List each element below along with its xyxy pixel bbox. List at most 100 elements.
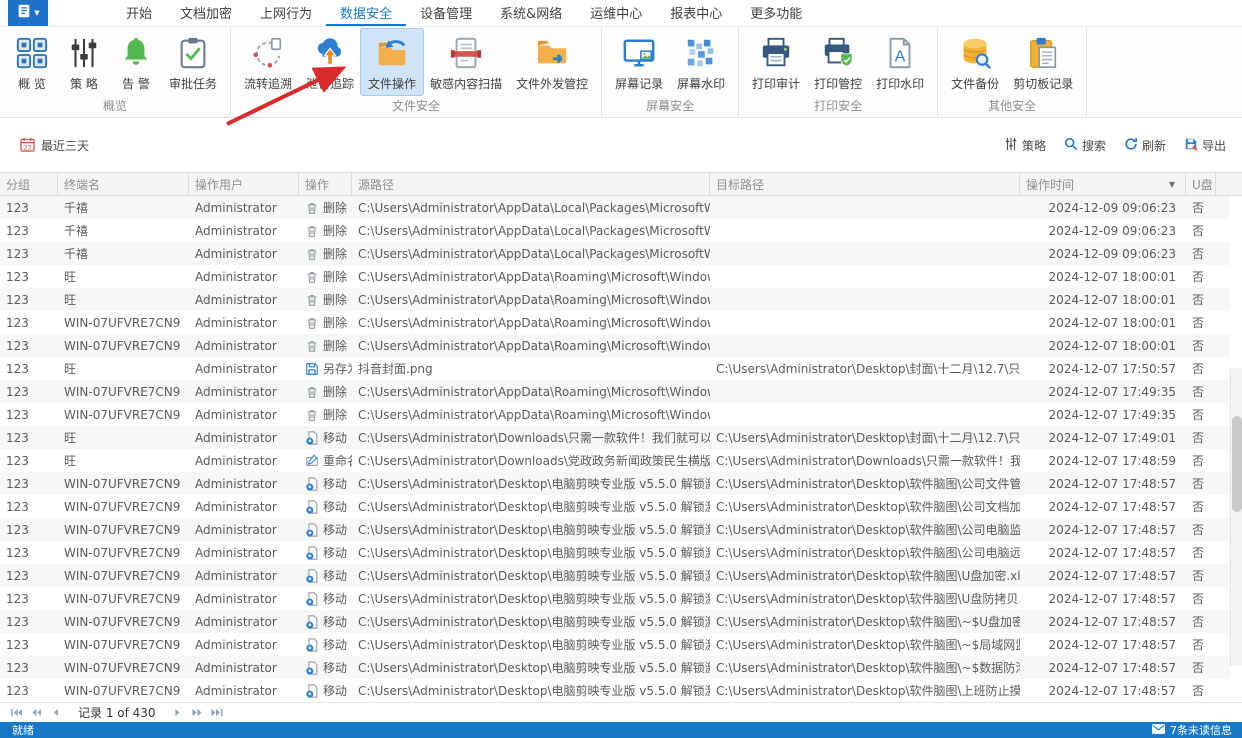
tab-start[interactable]: 开始: [112, 0, 166, 26]
table-row[interactable]: 123旺Administrator删除C:\Users\Administrato…: [0, 288, 1230, 311]
table-row[interactable]: 123WIN-07UFVRE7CN9Administrator移动C:\User…: [0, 541, 1230, 564]
table-row[interactable]: 123WIN-07UFVRE7CN9Administrator移动C:\User…: [0, 495, 1230, 518]
move-icon: [305, 523, 319, 537]
cell-user: Administrator: [189, 224, 299, 238]
search-button[interactable]: 搜索: [1064, 137, 1106, 154]
cell-user: Administrator: [189, 293, 299, 307]
column-header-group[interactable]: 分组: [0, 173, 58, 195]
cell-group: 123: [0, 638, 58, 652]
table-row[interactable]: 123旺Administrator移动C:\Users\Administrato…: [0, 426, 1230, 449]
print-audit-button[interactable]: 打印审计: [745, 29, 807, 95]
cell-usb: 否: [1186, 498, 1216, 515]
export-button[interactable]: 导出: [1184, 137, 1226, 154]
cell-operation: 删除: [299, 383, 352, 400]
refresh-button[interactable]: 刷新: [1124, 137, 1166, 154]
tab-more-features[interactable]: 更多功能: [736, 0, 816, 26]
tab-doc-encryption[interactable]: 文档加密: [166, 0, 246, 26]
column-header-time[interactable]: 操作时间 ▼: [1020, 173, 1186, 195]
table-row[interactable]: 123旺Administrator删除C:\Users\Administrato…: [0, 265, 1230, 288]
cell-user: Administrator: [189, 431, 299, 445]
last-page-button[interactable]: [210, 706, 226, 720]
table-row[interactable]: 123WIN-07UFVRE7CN9Administrator移动C:\User…: [0, 564, 1230, 587]
cell-operation: 移动: [299, 544, 352, 561]
leak-tracking-button[interactable]: 泄密追踪: [299, 29, 361, 95]
cell-target-path: C:\Users\Administrator\Downloads\只需一款软件！…: [710, 452, 1020, 469]
tab-device-management[interactable]: 设备管理: [406, 0, 486, 26]
app-menu-button[interactable]: ▼: [8, 0, 48, 26]
cell-group: 123: [0, 615, 58, 629]
table-row[interactable]: 123WIN-07UFVRE7CN9Administrator移动C:\User…: [0, 587, 1230, 610]
tab-system-network[interactable]: 系统&网络: [486, 0, 576, 26]
column-header-terminal[interactable]: 终端名: [58, 173, 189, 195]
cell-user: Administrator: [189, 201, 299, 215]
cell-source-path: C:\Users\Administrator\Downloads\只需一款软件！…: [352, 429, 710, 446]
table-row[interactable]: 123WIN-07UFVRE7CN9Administrator移动C:\User…: [0, 610, 1230, 633]
file-operations-button[interactable]: 文件操作: [361, 29, 423, 95]
table-row[interactable]: 123千禧Administrator删除C:\Users\Administrat…: [0, 196, 1230, 219]
sensitive-content-scan-button[interactable]: 敏感内容扫描: [423, 29, 509, 95]
policy-button[interactable]: 策 略: [58, 29, 110, 95]
ribbon-group-print-security: 打印审计 打印管控 A 打印水印 打印安全: [739, 27, 938, 117]
file-outgoing-control-icon: [534, 34, 570, 72]
screen-watermark-button[interactable]: 屏幕水印: [670, 29, 732, 95]
operation-label: 删除: [323, 245, 347, 262]
tab-report-center[interactable]: 报表中心: [656, 0, 736, 26]
operation-label: 删除: [323, 383, 347, 400]
strategy-button[interactable]: 策略: [1004, 137, 1046, 154]
tab-data-security[interactable]: 数据安全: [326, 0, 406, 26]
table-row[interactable]: 123WIN-07UFVRE7CN9Administrator删除C:\User…: [0, 334, 1230, 357]
column-header-user[interactable]: 操作用户: [189, 173, 299, 195]
vertical-scrollbar[interactable]: [1230, 368, 1242, 666]
cell-usb: 否: [1186, 659, 1216, 676]
table-row[interactable]: 123WIN-07UFVRE7CN9Administrator删除C:\User…: [0, 403, 1230, 426]
menubar: ▼ 开始 文档加密 上网行为 数据安全 设备管理 系统&网络 运维中心 报表中心…: [0, 0, 1242, 27]
cell-operation-time: 2024-12-07 17:48:57: [1020, 592, 1186, 606]
clipboard-record-button[interactable]: 剪切板记录: [1006, 29, 1080, 95]
print-control-button[interactable]: 打印管控: [807, 29, 869, 95]
scrollbar-thumb[interactable]: [1232, 416, 1242, 512]
next-page-icon: [174, 708, 181, 717]
approval-tasks-button[interactable]: 审批任务: [162, 29, 224, 95]
next-fast-button[interactable]: [190, 706, 206, 720]
table-row[interactable]: 123WIN-07UFVRE7CN9Administrator删除C:\User…: [0, 311, 1230, 334]
file-backup-button[interactable]: 文件备份: [944, 29, 1006, 95]
cell-operation: 移动: [299, 659, 352, 676]
column-header-source-path[interactable]: 源路径: [352, 173, 710, 195]
date-range-filter[interactable]: 23 最近三天: [20, 137, 89, 155]
cell-operation: 删除: [299, 199, 352, 216]
prev-page-button[interactable]: [48, 706, 64, 720]
first-page-button[interactable]: [8, 706, 24, 720]
table-row[interactable]: 123旺Administrator另存为抖音封面.pngC:\Users\Adm…: [0, 357, 1230, 380]
tab-web-behavior[interactable]: 上网行为: [246, 0, 326, 26]
file-outgoing-control-button[interactable]: 文件外发管控: [509, 29, 595, 95]
table-row[interactable]: 123WIN-07UFVRE7CN9Administrator删除C:\User…: [0, 380, 1230, 403]
table-row[interactable]: 123WIN-07UFVRE7CN9Administrator移动C:\User…: [0, 518, 1230, 541]
next-page-button[interactable]: [170, 706, 186, 720]
table-row[interactable]: 123旺Administrator重命名C:\Users\Administrat…: [0, 449, 1230, 472]
unread-messages[interactable]: 7条未读信息: [1152, 722, 1232, 738]
tab-ops-center[interactable]: 运维中心: [576, 0, 656, 26]
column-header-operation[interactable]: 操作: [299, 173, 352, 195]
overview-button[interactable]: 概 览: [6, 29, 58, 95]
alert-button[interactable]: 告 警: [110, 29, 162, 95]
cell-user: Administrator: [189, 385, 299, 399]
table-row[interactable]: 123千禧Administrator删除C:\Users\Administrat…: [0, 219, 1230, 242]
cell-operation-time: 2024-12-09 09:06:23: [1020, 201, 1186, 215]
cell-operation-time: 2024-12-09 09:06:23: [1020, 224, 1186, 238]
circulation-trace-button[interactable]: 流转追溯: [237, 29, 299, 95]
print-watermark-button[interactable]: A 打印水印: [869, 29, 931, 95]
cell-usb: 否: [1186, 429, 1216, 446]
prev-fast-button[interactable]: [28, 706, 44, 720]
column-header-usb[interactable]: U盘: [1186, 173, 1216, 195]
screen-record-button[interactable]: 屏幕记录: [608, 29, 670, 95]
cell-operation-time: 2024-12-07 17:49:35: [1020, 408, 1186, 422]
table-row[interactable]: 123WIN-07UFVRE7CN9Administrator移动C:\User…: [0, 633, 1230, 656]
print-watermark-icon: A: [882, 34, 918, 72]
table-row[interactable]: 123千禧Administrator删除C:\Users\Administrat…: [0, 242, 1230, 265]
app-logo-icon: [16, 3, 32, 23]
table-row[interactable]: 123WIN-07UFVRE7CN9Administrator移动C:\User…: [0, 679, 1230, 702]
column-header-target-path[interactable]: 目标路径: [710, 173, 1020, 195]
table-row[interactable]: 123WIN-07UFVRE7CN9Administrator移动C:\User…: [0, 472, 1230, 495]
table-row[interactable]: 123WIN-07UFVRE7CN9Administrator移动C:\User…: [0, 656, 1230, 679]
cell-operation: 移动: [299, 613, 352, 630]
